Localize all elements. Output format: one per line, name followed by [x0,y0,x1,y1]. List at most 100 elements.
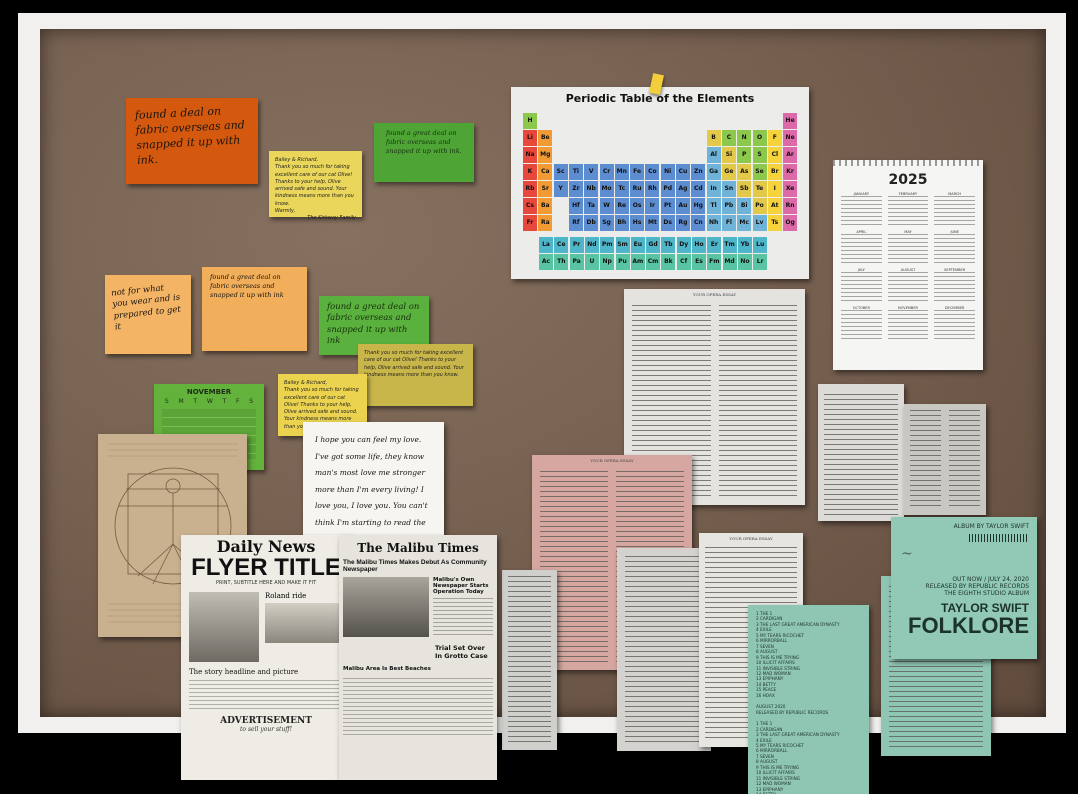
story-headline-3: Malibu Area Is Best Beaches [343,666,431,672]
note-salutation: Bailey & Richard, [275,157,319,163]
element-w: W [599,198,614,214]
element-pa: Pa [569,254,584,270]
calendar-day-grid [934,234,975,264]
element-sm: Sm [615,237,630,253]
daily-news-flyer[interactable]: Daily News FLYER TITLE PRINT, SUBTITLE H… [181,535,351,780]
element-y: Y [553,181,568,197]
element-la: La [539,237,553,253]
article-columns [508,576,551,744]
element-sc: Sc [553,164,568,180]
story-headline-2: Trial Set Over In Grotto Case [435,644,488,660]
orange-sticky-note[interactable]: found a deal on fabric overseas and snap… [126,98,258,184]
folklore-album-poster[interactable]: ALBUM BY TAYLOR SWIFT ~ OUT NOW / JULY 2… [891,517,1037,659]
article-header: YOUR OPERA ESSAY [729,536,773,541]
olive-thank-you-note[interactable]: Thank you so much for taking excellent c… [358,344,473,406]
flyer-side: Roland ride [265,592,343,662]
element-h: H [523,113,537,129]
advertisement-sub: to sell your stuff! [240,726,292,733]
element-md: Md [722,254,737,270]
note-text: I hope you can feel my love. I've got so… [315,435,428,543]
calendar-2025[interactable]: 2025 JANUARY FEBRUARY MARCH APRIL MAY JUNE JUL… [833,160,983,370]
element-br: Br [767,164,782,180]
element-fm: Fm [707,254,722,270]
article-column [625,556,703,743]
calendar-day-grid [841,310,882,340]
element-na: Na [523,147,537,163]
element-f: F [767,130,782,146]
calendar-month-block: AUGUST [887,268,929,302]
calendar-year: 2025 [888,172,928,188]
newspaper-text-lines [343,678,493,738]
newspaper-text-lines [433,598,493,638]
calendar-month: NOVEMBER [186,388,232,396]
element-in: In [706,181,721,197]
spotify-code [969,534,1029,542]
folklore-tracklist[interactable]: 1 THE 12 CARDIGAN 3 THE LAST GREAT AMERIC… [748,605,869,794]
note-salutation: Bailey & Richard, [284,380,328,386]
release-date: OUT NOW / JULY 24, 2020 [952,576,1029,583]
album-title: FOLKLORE [908,613,1029,638]
element-he: He [783,113,798,129]
element-sr: Sr [538,181,553,197]
element-si: Si [721,147,736,163]
calendar-day-grid [841,196,882,226]
element-ir: Ir [645,198,660,214]
release-label: RELEASED BY REPUBLIC RECORDS [925,583,1029,590]
element-fe: Fe [630,164,645,180]
element-ts: Ts [767,215,782,231]
element-p: P [737,147,752,163]
green-sticky-note[interactable]: found a great deal on fabric overseas an… [374,123,474,182]
element-pb: Pb [721,198,736,214]
element-ho: Ho [692,237,706,253]
newspaper-row: Malibu's Own Newspaper Starts Operation … [339,573,497,642]
weekday-label: T [193,398,198,405]
element-xe: Xe [783,181,798,197]
element-ra: Ra [538,215,553,231]
calendar-month-block: SEPTEMBER [934,268,975,302]
note-text: not for what you wear and is prepared to… [110,283,182,333]
element-gd: Gd [646,237,661,253]
element-be: Be [538,130,553,146]
element-re: Re [614,198,629,214]
malibu-times-newspaper[interactable]: The Malibu Times The Malibu Times Makes … [339,535,497,780]
signature: ~ [901,546,913,562]
article-page-2[interactable] [818,384,904,521]
element-ba: Ba [538,198,553,214]
element-np: Np [600,254,615,270]
element-rh: Rh [645,181,660,197]
calendar-day-grid [841,234,882,264]
article-page-4[interactable] [502,570,557,750]
element-pr: Pr [569,237,584,253]
element-zr: Zr [568,181,583,197]
element-os: Os [630,198,645,214]
element-tb: Tb [661,237,676,253]
article-column [910,410,941,509]
article-page-3[interactable] [904,404,986,515]
calendar-month-block: JULY [841,268,882,302]
side-headline: Malibu's Own Newspaper Starts Operation … [433,577,489,595]
orange-sticky-note-2[interactable]: found a great deal on fabric overseas an… [202,267,307,351]
element-sb: Sb [737,181,752,197]
newspaper-masthead: The Malibu Times [357,541,479,555]
note-closing: Warmly, [275,207,296,214]
element-ni: Ni [660,164,675,180]
element-ta: Ta [584,198,599,214]
element-mt: Mt [645,215,660,231]
calendar-month-block: MAY [887,230,929,264]
tracklist: 1 THE 12 CARDIGAN 3 THE LAST GREAT AMERIC… [748,605,869,794]
light-orange-sticky-note[interactable]: not for what you wear and is prepared to… [105,275,191,354]
yellow-thank-you-note[interactable]: Bailey & Richard, Thank you so much for … [269,151,362,221]
element-og: Og [783,215,798,231]
element-kr: Kr [783,164,798,180]
element-ag: Ag [676,181,690,197]
calendar-day-grid [887,196,929,226]
white-handwritten-note[interactable]: I hope you can feel my love. I've got so… [303,422,444,545]
element-mc: Mc [737,215,752,231]
element-ca: Ca [538,164,553,180]
article-page-5[interactable] [617,548,711,751]
weekday-label: T [222,398,227,405]
element-v: V [584,164,599,180]
periodic-table-poster[interactable]: Periodic Table of the Elements H He Li Be B C… [511,87,809,279]
article-columns [625,556,703,743]
element-ac: Ac [539,254,553,270]
